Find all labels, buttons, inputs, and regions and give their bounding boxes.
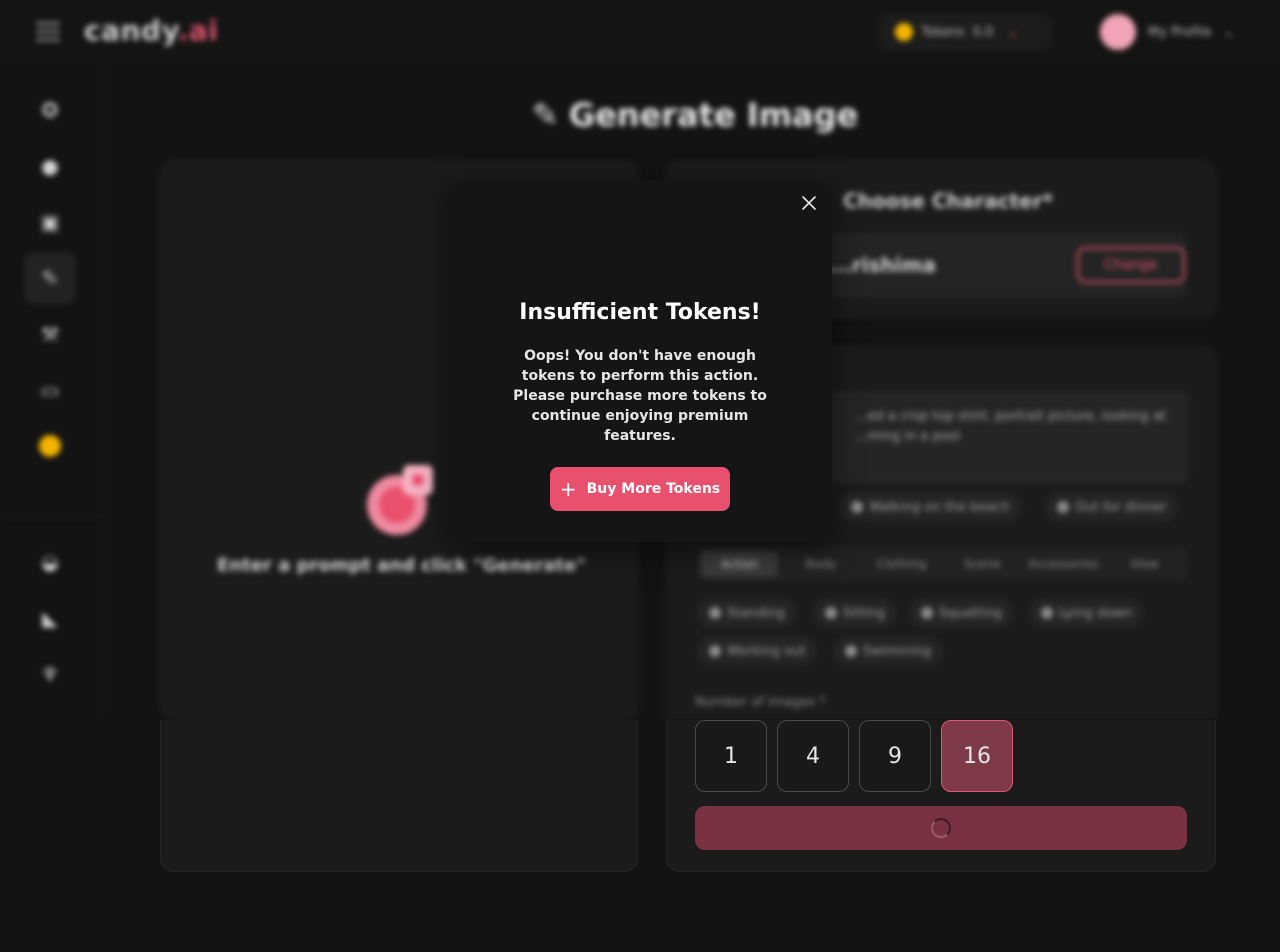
buy-more-tokens-label: Buy More Tokens [586, 481, 721, 497]
discord-icon[interactable]: ◒ [24, 536, 76, 588]
insufficient-tokens-modal: Insufficient Tokens! Oops! You don't hav… [448, 180, 832, 542]
preview-panel-bottom [160, 720, 638, 872]
sidebar-divider [0, 516, 104, 517]
character-name: ...rishima [829, 253, 936, 277]
page-title: ✎ Generate Image [532, 96, 859, 134]
tab-scene[interactable]: Scene [944, 557, 1021, 571]
generate-button[interactable] [695, 806, 1187, 850]
tokens-value: 0.0 [972, 24, 994, 40]
character-label: Choose Character* [843, 189, 1053, 213]
magic-wand-icon[interactable]: ⚒ [24, 308, 76, 360]
chevron-down-icon: ⌄ [1007, 24, 1019, 40]
brush-icon: ✎ [532, 96, 559, 134]
image-placeholder-icon [367, 465, 433, 535]
image-count-4[interactable]: 4 [777, 720, 849, 792]
pose-chip[interactable]: Squatting [909, 598, 1015, 628]
number-of-images-label: Number of images * [695, 695, 826, 710]
change-character-button[interactable]: Change [1077, 247, 1185, 283]
chat-icon[interactable]: ● [24, 140, 76, 192]
tab-accessories[interactable]: Accessories [1025, 557, 1102, 571]
suggestion-chip[interactable]: Out for dinner [1045, 492, 1179, 522]
suggestion-chip[interactable]: Walking on the beach [839, 492, 1022, 522]
tokens-label: Tokens [921, 24, 965, 40]
megaphone-icon[interactable]: ◣ [24, 592, 76, 644]
pose-chip[interactable]: Working out [697, 636, 818, 666]
close-icon [802, 196, 816, 210]
trophy-icon[interactable]: ♆ [24, 648, 76, 700]
modal-title: Insufficient Tokens! [519, 300, 761, 325]
profile-label: My Profile [1148, 24, 1212, 40]
pose-chip[interactable]: Swimming [833, 636, 943, 666]
loading-spinner-icon [931, 818, 951, 838]
coin-icon [895, 23, 913, 41]
gallery-icon[interactable]: ▣ [24, 196, 76, 248]
menu-icon[interactable] [36, 22, 60, 42]
ticket-icon[interactable]: ▭ [24, 364, 76, 416]
modal-message: Oops! You don't have enough tokens to pe… [513, 348, 767, 444]
plus-icon: + [559, 477, 577, 501]
options-panel-bottom: 1 4 9 16 [666, 720, 1216, 872]
placeholder-text: Enter a prompt and click "Generate" [217, 555, 586, 576]
pose-chip[interactable]: Lying down [1029, 598, 1145, 628]
image-count-9[interactable]: 9 [859, 720, 931, 792]
coin-premium-icon[interactable] [24, 420, 76, 472]
chevron-down-icon: ⌄ [1223, 24, 1235, 40]
tab-action[interactable]: Action [701, 551, 778, 577]
top-bar: candy.ai Tokens 0.0 ⌄ My Profile ⌄ [0, 0, 1280, 64]
brush-icon[interactable]: ✎ [24, 252, 76, 304]
category-tabs: Action Body Clothing Scene Accessories V… [697, 547, 1187, 581]
profile-menu[interactable]: My Profile ⌄ [1100, 14, 1234, 50]
buy-more-tokens-button[interactable]: + Buy More Tokens [550, 467, 730, 511]
tokens-button[interactable]: Tokens 0.0 ⌄ [880, 14, 1052, 50]
compass-icon[interactable]: ✪ [24, 84, 76, 136]
tab-body[interactable]: Body [782, 557, 859, 571]
tab-view[interactable]: View [1106, 557, 1183, 571]
avatar [1100, 14, 1136, 50]
tab-clothing[interactable]: Clothing [863, 557, 940, 571]
image-count-16[interactable]: 16 [941, 720, 1013, 792]
sidebar: ✪ ● ▣ ✎ ⚒ ▭ ◒ ◣ ♆ [0, 64, 104, 720]
logo[interactable]: candy.ai [84, 14, 218, 47]
pose-chip[interactable]: Standing [697, 598, 797, 628]
close-button[interactable] [798, 192, 820, 214]
image-count-1[interactable]: 1 [695, 720, 767, 792]
pose-chip[interactable]: Sitting [813, 598, 898, 628]
